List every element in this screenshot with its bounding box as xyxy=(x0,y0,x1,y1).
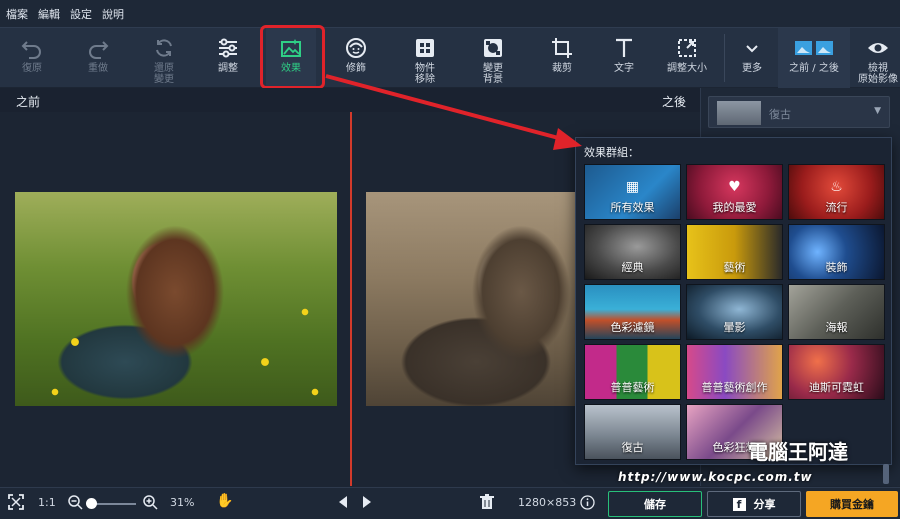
effect-group-favorites[interactable]: ♥ 我的最愛 xyxy=(686,164,783,220)
preset-label: 復古 xyxy=(769,108,791,121)
before-label: 之前 xyxy=(16,95,41,109)
heart-icon: ♥ xyxy=(728,179,741,195)
revert-changes-button[interactable]: 還原 變更 xyxy=(140,28,188,88)
resize-button[interactable]: 調整大小 xyxy=(662,28,712,88)
text-button[interactable]: 文字 xyxy=(600,28,648,88)
before-photo xyxy=(15,192,337,406)
compare-label-row: 之前 之後 xyxy=(0,88,700,112)
before-after-button[interactable]: 之前 / 之後 xyxy=(778,28,850,88)
effect-group-disco-neon[interactable]: 迪斯可霓虹 xyxy=(788,344,885,400)
effects-highlight-box xyxy=(260,25,325,89)
crop-icon xyxy=(550,36,574,60)
effect-group-vignette[interactable]: 暈影 xyxy=(686,284,783,340)
sliders-icon xyxy=(216,36,240,60)
change-background-icon xyxy=(481,36,505,60)
adjust-button[interactable]: 調整 xyxy=(204,28,252,88)
more-button[interactable]: 更多 xyxy=(730,28,774,88)
effect-groups-popup: 效果群組： ▦ 所有效果 ♥ 我的最愛 ♨ 流行 經典 藝術 裝飾 色彩濾鏡 暈… xyxy=(575,137,892,465)
object-removal-icon xyxy=(413,36,437,60)
watermark-logo: 電腦王阿達 xyxy=(748,440,848,464)
effect-group-artistic[interactable]: 藝術 xyxy=(686,224,783,280)
effect-group-popular[interactable]: ♨ 流行 xyxy=(788,164,885,220)
face-icon xyxy=(344,36,368,60)
zoom-out-icon[interactable] xyxy=(67,494,83,513)
menu-file[interactable]: 檔案 xyxy=(6,6,28,22)
hand-icon[interactable]: ✋ xyxy=(216,493,233,509)
zoom-in-icon[interactable] xyxy=(142,494,158,513)
zoom-slider-knob[interactable] xyxy=(86,498,97,509)
effect-group-pop-art-creation[interactable]: 普普藝術創作 xyxy=(686,344,783,400)
facebook-icon: f xyxy=(732,497,746,511)
image-dimensions: 1280×853 xyxy=(518,496,577,509)
crop-button[interactable]: 裁剪 xyxy=(538,28,586,88)
bottom-bar: 1:1 31% ✋ 1280×853 儲存 f 分享 購買金鑰 xyxy=(0,487,900,519)
toolbar-separator xyxy=(724,34,725,82)
effect-group-decorative[interactable]: 裝飾 xyxy=(788,224,885,280)
trash-icon[interactable] xyxy=(480,494,494,513)
app-window: 檔案 編輯 設定 說明 復原 重做 還原 變更 調整 效果 修飾 物件 移除 變… xyxy=(0,0,900,519)
undo-button[interactable]: 復原 xyxy=(8,28,56,88)
effect-group-color-filters[interactable]: 色彩濾鏡 xyxy=(584,284,681,340)
after-label: 之後 xyxy=(661,95,686,109)
redo-icon xyxy=(86,36,110,60)
retouch-button[interactable]: 修飾 xyxy=(332,28,380,88)
toolbar: 復原 重做 還原 變更 調整 效果 修飾 物件 移除 變更 背景 裁剪 文字 調… xyxy=(0,27,900,88)
chevron-down-icon xyxy=(740,36,764,60)
revert-icon xyxy=(152,36,176,60)
share-button[interactable]: f 分享 xyxy=(707,491,801,517)
info-icon[interactable] xyxy=(580,495,595,513)
effect-group-classic[interactable]: 經典 xyxy=(584,224,681,280)
grid-icon: ▦ xyxy=(625,179,640,195)
watermark-url: http://www.kocpc.com.tw xyxy=(618,470,813,484)
undo-icon xyxy=(20,36,44,60)
text-icon xyxy=(612,36,636,60)
popup-title: 效果群組： xyxy=(584,146,639,159)
zoom-level: 31% xyxy=(170,496,195,509)
flame-icon: ♨ xyxy=(830,179,843,195)
menu-bar: 檔案 編輯 設定 說明 xyxy=(0,0,900,27)
effect-group-all[interactable]: ▦ 所有效果 xyxy=(584,164,681,220)
effect-group-poster[interactable]: 海報 xyxy=(788,284,885,340)
redo-button[interactable]: 重做 xyxy=(74,28,122,88)
buy-key-button[interactable]: 購買金鑰 xyxy=(806,491,898,517)
chevron-down-icon: ▼ xyxy=(874,106,881,116)
preset-thumbnail xyxy=(717,101,761,125)
menu-edit[interactable]: 編輯 xyxy=(38,6,60,22)
actual-size-button[interactable]: 1:1 xyxy=(38,496,56,509)
before-after-icon xyxy=(792,36,836,60)
view-original-button[interactable]: 檢視 原始影像 xyxy=(856,28,900,88)
save-button[interactable]: 儲存 xyxy=(608,491,702,517)
compare-divider[interactable] xyxy=(350,112,352,486)
change-background-button[interactable]: 變更 背景 xyxy=(468,28,518,88)
menu-settings[interactable]: 設定 xyxy=(70,6,92,22)
object-removal-button[interactable]: 物件 移除 xyxy=(400,28,450,88)
effect-group-pop-art[interactable]: 普普藝術 xyxy=(584,344,681,400)
eye-icon xyxy=(866,36,890,60)
effect-group-select[interactable]: 復古 ▼ xyxy=(708,96,890,128)
previous-image-icon[interactable] xyxy=(338,495,348,512)
popup-scrollbar[interactable] xyxy=(883,464,889,484)
resize-icon xyxy=(675,36,699,60)
menu-help[interactable]: 說明 xyxy=(102,6,124,22)
effect-group-retro[interactable]: 復古 xyxy=(584,404,681,460)
next-image-icon[interactable] xyxy=(362,495,372,512)
fit-screen-icon[interactable] xyxy=(8,494,24,513)
